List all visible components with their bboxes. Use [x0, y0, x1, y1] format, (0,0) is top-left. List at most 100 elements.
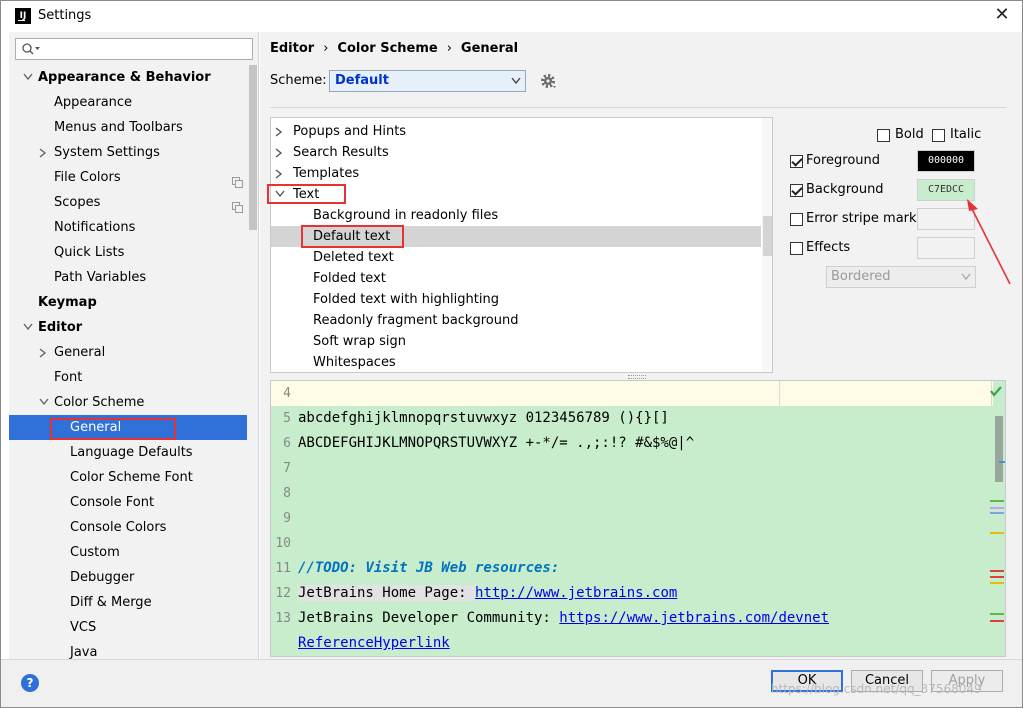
- preview-line: 9: [271, 506, 993, 531]
- window-title: Settings: [38, 8, 92, 23]
- hyperlink[interactable]: https://www.jetbrains.com/devnet: [559, 610, 829, 626]
- chevron-right-icon[interactable]: [38, 140, 50, 165]
- error-stripe-checkbox[interactable]: [790, 213, 803, 226]
- code-text: ReferenceHyperlink: [298, 631, 450, 656]
- sidebar-item-label: Quick Lists: [54, 245, 125, 260]
- attribute-item-readonly-fragment-background[interactable]: Readonly fragment background: [271, 310, 761, 331]
- attribute-item-popups-and-hints[interactable]: Popups and Hints: [271, 121, 761, 142]
- hyperlink[interactable]: ReferenceHyperlink: [298, 635, 450, 651]
- sidebar-item-console-colors[interactable]: Console Colors: [9, 515, 247, 540]
- sidebar-item-scopes[interactable]: Scopes: [9, 190, 247, 215]
- sidebar-item-language-defaults[interactable]: Language Defaults: [9, 440, 247, 465]
- sidebar-item-color-scheme[interactable]: Color Scheme: [9, 390, 247, 415]
- sidebar-item-java[interactable]: Java: [9, 640, 247, 659]
- attribute-item-search-results[interactable]: Search Results: [271, 142, 761, 163]
- attribute-item-folded-text-with-highlighting[interactable]: Folded text with highlighting: [271, 289, 761, 310]
- sidebar-item-vcs[interactable]: VCS: [9, 615, 247, 640]
- attribute-item-templates[interactable]: Templates: [271, 163, 761, 184]
- sidebar-item-label: VCS: [70, 620, 97, 635]
- splitter-handle[interactable]: [628, 375, 646, 379]
- sidebar-item-label: Menus and Toolbars: [54, 120, 183, 135]
- effects-type-value: Bordered: [831, 269, 891, 284]
- gear-icon[interactable]: [539, 72, 557, 90]
- breadcrumb-general: General: [460, 41, 519, 56]
- background-checkbox[interactable]: [790, 184, 803, 197]
- foreground-color-swatch[interactable]: 000000: [917, 150, 975, 172]
- sidebar-item-label: Color Scheme Font: [70, 470, 193, 485]
- attribute-item-label: Whitespaces: [313, 355, 396, 370]
- preview-line: 12 JetBrains Home Page: http://www.jetbra…: [271, 581, 993, 606]
- sidebar-item-debugger[interactable]: Debugger: [9, 565, 247, 590]
- code-segment: ABCDEFGHIJKLMNOPQRSTUVWXYZ +-*/= .,;:!? …: [298, 435, 695, 451]
- annotation-box-text: [267, 184, 346, 204]
- chevron-down-icon[interactable]: [22, 315, 34, 340]
- sidebar-item-console-font[interactable]: Console Font: [9, 490, 247, 515]
- sidebar-item-label: Debugger: [70, 570, 135, 585]
- scheme-dropdown[interactable]: Default: [329, 70, 526, 92]
- sidebar-item-quick-lists[interactable]: Quick Lists: [9, 240, 247, 265]
- chevron-down-icon[interactable]: [38, 390, 50, 415]
- sidebar-item-appearance-behavior[interactable]: Appearance & Behavior: [9, 65, 247, 90]
- sidebar-item-label: Language Defaults: [70, 445, 193, 460]
- chevron-right-icon[interactable]: [38, 340, 50, 365]
- settings-search-input[interactable]: [15, 38, 253, 60]
- attribute-item-deleted-text[interactable]: Deleted text: [271, 247, 761, 268]
- sidebar-item-appearance[interactable]: Appearance: [9, 90, 247, 115]
- preview-line: 11 //TODO: Visit JB Web resources:: [271, 556, 993, 581]
- sidebar-item-label: Font: [54, 370, 83, 385]
- chevron-right-icon[interactable]: [274, 142, 286, 163]
- error-stripe-marker: [990, 532, 1004, 534]
- chevron-right-icon[interactable]: [274, 121, 286, 142]
- sidebar-item-notifications[interactable]: Notifications: [9, 215, 247, 240]
- attributes-scroll-thumb[interactable]: [763, 216, 772, 256]
- sidebar-item-font[interactable]: Font: [9, 365, 247, 390]
- sidebar-item-label: Keymap: [38, 295, 97, 310]
- effects-label: Effects: [806, 240, 851, 255]
- sidebar-item-color-scheme-font[interactable]: Color Scheme Font: [9, 465, 247, 490]
- attribute-item-folded-text[interactable]: Folded text: [271, 268, 761, 289]
- code-text: ABCDEFGHIJKLMNOPQRSTUVWXYZ +-*/= .,;:!? …: [298, 431, 694, 456]
- line-number: 8: [283, 486, 291, 501]
- scheme-dropdown-value: Default: [335, 73, 389, 88]
- sidebar-item-label: General: [54, 345, 106, 360]
- sidebar-item-path-variables[interactable]: Path Variables: [9, 265, 247, 290]
- preview-line: 13 JetBrains Developer Community: https:/…: [271, 606, 993, 631]
- background-label: Background: [806, 182, 884, 197]
- bold-checkbox[interactable]: [877, 129, 890, 142]
- color-scheme-preview[interactable]: 4 5 abcdefghijklmnopqrstuvwxyz 0123456789 …: [270, 380, 1006, 657]
- line-number: 11: [275, 561, 291, 576]
- settings-window: IJ Settings ✕ Appearance & Behavior Appea…: [0, 0, 1023, 708]
- sidebar-item-keymap[interactable]: Keymap: [9, 290, 247, 315]
- attributes-scrollbar[interactable]: [762, 118, 772, 372]
- sidebar-item-system-settings[interactable]: System Settings: [9, 140, 247, 165]
- error-stripe-marker: [990, 500, 1004, 502]
- sidebar-item-general[interactable]: General: [9, 340, 247, 365]
- annotation-box-general: [50, 418, 176, 440]
- hyperlink[interactable]: http://www.jetbrains.com: [475, 585, 677, 601]
- sidebar-item-diff-merge[interactable]: Diff & Merge: [9, 590, 247, 615]
- preview-line: 6 ABCDEFGHIJKLMNOPQRSTUVWXYZ +-*/= .,;:!?…: [271, 431, 993, 456]
- italic-checkbox[interactable]: [932, 129, 945, 142]
- chevron-right-icon[interactable]: [274, 163, 286, 184]
- chevron-down-icon[interactable]: [22, 65, 34, 90]
- breadcrumb-editor: Editor: [270, 41, 315, 56]
- sidebar-item-menus-and-toolbars[interactable]: Menus and Toolbars: [9, 115, 247, 140]
- sidebar-item-label: Console Font: [70, 495, 155, 510]
- effects-checkbox[interactable]: [790, 242, 803, 255]
- sidebar-scroll-thumb[interactable]: [249, 65, 257, 230]
- attribute-item-whitespaces[interactable]: Whitespaces: [271, 352, 761, 372]
- attribute-item-soft-wrap-sign[interactable]: Soft wrap sign: [271, 331, 761, 352]
- foreground-checkbox[interactable]: [790, 155, 803, 168]
- sidebar-item-editor[interactable]: Editor: [9, 315, 247, 340]
- sidebar-item-custom[interactable]: Custom: [9, 540, 247, 565]
- attribute-item-label: Popups and Hints: [293, 124, 407, 139]
- effects-type-dropdown[interactable]: Bordered: [826, 266, 976, 288]
- help-icon[interactable]: ?: [21, 674, 39, 692]
- attribute-item-label: Search Results: [293, 145, 389, 160]
- preview-scroll-thumb[interactable]: [995, 416, 1003, 482]
- close-icon[interactable]: ✕: [991, 4, 1013, 26]
- sidebar-scrollbar[interactable]: [247, 65, 258, 659]
- sidebar-item-file-colors[interactable]: File Colors: [9, 165, 247, 190]
- attribute-item-background-in-readonly-files[interactable]: Background in readonly files: [271, 205, 761, 226]
- breadcrumb: Editor › Color Scheme › General: [270, 41, 518, 56]
